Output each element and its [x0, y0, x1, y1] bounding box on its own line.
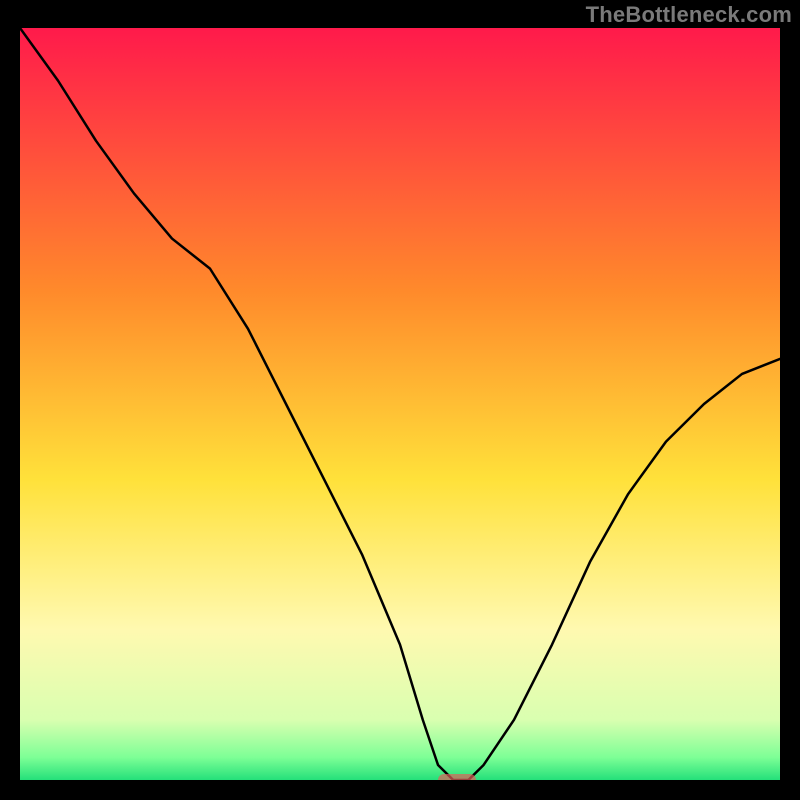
watermark-text: TheBottleneck.com	[586, 2, 792, 28]
chart-container: TheBottleneck.com	[0, 0, 800, 800]
chart-svg	[20, 28, 780, 780]
optimal-marker	[438, 774, 476, 780]
chart-background	[20, 28, 780, 780]
plot-area	[20, 28, 780, 780]
